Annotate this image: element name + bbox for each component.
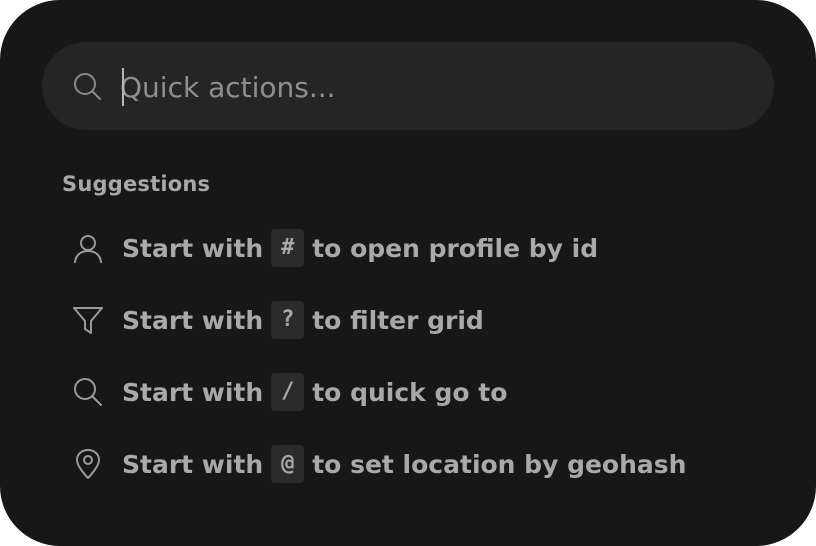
suggestion-suffix: to set location by geohash bbox=[312, 449, 687, 479]
suggestion-text: Start with @ to set location by geohash bbox=[122, 445, 686, 483]
suggestion-prefix: Start with bbox=[122, 449, 264, 479]
suggestion-suffix: to filter grid bbox=[312, 305, 484, 335]
suggestion-prefix: Start with bbox=[122, 233, 264, 263]
suggestions-heading: Suggestions bbox=[62, 172, 211, 196]
suggestion-text: Start with # to open profile by id bbox=[122, 229, 598, 267]
suggestion-prefix: Start with bbox=[122, 377, 264, 407]
suggestion-prefix: Start with bbox=[122, 305, 264, 335]
suggestion-key: ? bbox=[271, 301, 305, 339]
search-icon bbox=[62, 367, 114, 417]
suggestion-text: Start with ? to filter grid bbox=[122, 301, 484, 339]
suggestion-key: # bbox=[271, 229, 305, 267]
command-palette: Suggestions Start with # to open profile… bbox=[0, 0, 816, 546]
search-icon bbox=[74, 73, 101, 100]
suggestion-text: Start with / to quick go to bbox=[122, 373, 507, 411]
map-pin-icon bbox=[62, 439, 114, 489]
user-icon bbox=[62, 223, 114, 273]
suggestion-suffix: to open profile by id bbox=[312, 233, 599, 263]
suggestion-filter-grid[interactable]: Start with ? to filter grid bbox=[62, 295, 762, 345]
suggestion-set-location[interactable]: Start with @ to set location by geohash bbox=[62, 439, 762, 489]
filter-icon bbox=[62, 295, 114, 345]
search-input[interactable] bbox=[120, 62, 740, 112]
text-caret bbox=[122, 68, 124, 106]
suggestion-quick-go[interactable]: Start with / to quick go to bbox=[62, 367, 762, 417]
suggestion-key: / bbox=[271, 373, 305, 411]
suggestion-key: @ bbox=[271, 445, 305, 483]
suggestion-suffix: to quick go to bbox=[312, 377, 508, 407]
suggestion-open-profile[interactable]: Start with # to open profile by id bbox=[62, 223, 762, 273]
